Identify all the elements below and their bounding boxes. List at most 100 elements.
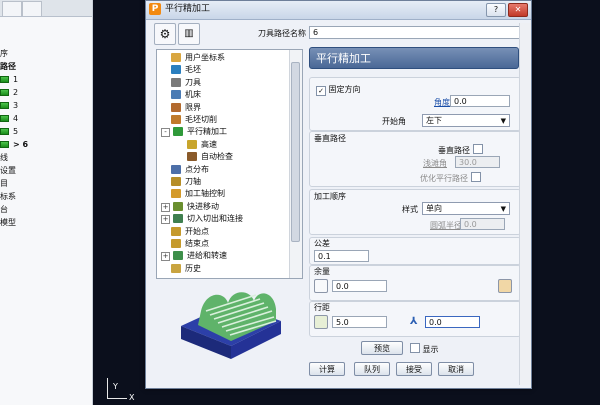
explorer-item[interactable]: 路径 (0, 61, 92, 73)
tree-item[interactable]: 点分布 (161, 164, 209, 176)
angle-link[interactable]: 角度 (434, 97, 450, 108)
axis-y-line (107, 378, 108, 398)
explorer-item-label: 标系 (0, 192, 16, 201)
tree-item[interactable]: 毛坯 (161, 64, 201, 76)
tolerance-input[interactable] (314, 250, 369, 262)
help-button[interactable]: ? (486, 3, 506, 17)
toolpath-icon (0, 128, 9, 135)
optimize-label: 优化平行路径 (420, 174, 468, 183)
preview-button[interactable]: 预览 (361, 341, 403, 355)
queue-button[interactable]: 队列 (354, 362, 390, 376)
tree-connector-icon (161, 165, 168, 172)
explorer-item[interactable]: > 6 (0, 139, 92, 151)
show-checkbox[interactable] (410, 343, 420, 353)
stepover-icon[interactable] (314, 315, 328, 329)
tree-scrollbar[interactable] (289, 50, 302, 278)
dialog-scrollbar[interactable] (519, 23, 531, 385)
angle-input[interactable] (450, 95, 510, 107)
tree-item[interactable]: 机床 (161, 89, 201, 101)
arc-radius-input[interactable] (460, 218, 505, 230)
explorer-item-label: 设置 (0, 166, 16, 175)
explorer-item[interactable]: 4 (0, 113, 92, 125)
expand-icon[interactable]: + (161, 202, 170, 212)
explorer-item[interactable]: 标系 (0, 191, 92, 203)
tree-item-label: 限界 (185, 102, 201, 112)
show-label: 显示 (422, 345, 439, 354)
toolpath-name-input[interactable] (309, 26, 522, 39)
start-angle-value: 左下 (426, 116, 442, 125)
tree-scrollbar-thumb[interactable] (291, 62, 300, 242)
arc-radius-link[interactable]: 圆弧半径 (430, 220, 462, 231)
stepover-label: 行距 (314, 303, 330, 312)
explorer-item[interactable]: 设置 (0, 165, 92, 177)
accept-button[interactable]: 接受 (396, 362, 432, 376)
tree-item[interactable]: 历史 (161, 263, 201, 275)
explorer-tab[interactable] (2, 1, 22, 16)
explorer-item[interactable]: 2 (0, 87, 92, 99)
finishing-dialog: P 平行精加工 ? ✕ ⚙ ▥ 刀具路径名称 用户坐标系毛坯刀具机床限界毛坯切削… (145, 0, 532, 389)
tree-item-icon (171, 65, 181, 75)
explorer-item[interactable]: 3 (0, 100, 92, 112)
explorer-item[interactable]: 1 (0, 74, 92, 86)
tree-item-icon (173, 201, 183, 211)
fixed-direction-checkbox[interactable]: ✓ (316, 86, 326, 96)
tree-connector-icon (161, 65, 168, 72)
stepover-input[interactable] (332, 316, 387, 328)
tree-item[interactable]: 加工轴控制 (161, 188, 225, 200)
perpendicular-checkbox[interactable] (472, 144, 483, 154)
calculate-button[interactable]: 计算 (309, 362, 345, 376)
dialog-titlebar[interactable]: P 平行精加工 ? ✕ (146, 1, 531, 20)
explorer-item[interactable]: 模型 (0, 217, 92, 229)
cancel-button[interactable]: 取消 (438, 362, 474, 376)
tree-item[interactable]: 开始点 (161, 226, 209, 238)
toolpath-strategy-icon[interactable]: ▥ (178, 23, 200, 45)
shallow-angle-link[interactable]: 浅滩角 (423, 158, 447, 169)
tree-item-icon (171, 102, 181, 112)
explorer-item[interactable]: 序 (0, 48, 92, 60)
tree-item[interactable]: 刀具 (161, 77, 201, 89)
tree-item[interactable]: 限界 (161, 102, 201, 114)
tree-item-label: 毛坯 (185, 65, 201, 75)
settings-gear-icon[interactable]: ⚙ (154, 23, 176, 45)
stepdown-input[interactable] (425, 316, 480, 328)
tree-connector-icon (161, 53, 168, 60)
explorer-item[interactable]: 目 (0, 178, 92, 190)
tree-item[interactable]: 毛坯切削 (161, 114, 217, 126)
tree-item[interactable]: + 切入切出和连接 (161, 213, 243, 225)
explorer-item[interactable]: 线 (0, 152, 92, 164)
tree-item[interactable]: 刀轴 (161, 176, 201, 188)
explorer-item-label: 4 (13, 114, 19, 123)
collapse-icon[interactable]: - (161, 128, 170, 138)
tree-item-label: 加工轴控制 (185, 189, 225, 199)
expand-icon[interactable]: + (161, 252, 170, 262)
optimize-option[interactable]: 优化平行路径 (420, 172, 481, 184)
optimize-checkbox[interactable] (470, 172, 481, 182)
perpendicular-option[interactable]: 垂直路径 (438, 144, 483, 156)
expand-icon[interactable]: + (161, 215, 170, 225)
chevron-down-icon: ▼ (500, 205, 506, 213)
tree-item[interactable]: + 快进移动 (161, 201, 219, 213)
tolerance-group: 公差 (309, 237, 521, 265)
show-option[interactable]: 显示 (410, 343, 439, 355)
fixed-direction-option[interactable]: ✓ 固定方向 (316, 84, 361, 96)
start-angle-select[interactable]: 左下 ▼ (422, 114, 510, 127)
explorer-item-label: > 6 (13, 140, 29, 149)
allowance-icon[interactable] (314, 279, 328, 293)
explorer-item[interactable]: 5 (0, 126, 92, 138)
explorer-item[interactable]: 台 (0, 204, 92, 216)
style-select[interactable]: 单向 ▼ (422, 202, 510, 215)
explorer-tab[interactable] (22, 1, 42, 16)
tree-connector-icon (161, 115, 168, 122)
tree-item[interactable]: - 平行精加工 (161, 126, 227, 138)
tree-item[interactable]: 结束点 (161, 238, 209, 250)
tree-item[interactable]: 用户坐标系 (161, 52, 225, 64)
allowance-input[interactable] (332, 280, 387, 292)
tree-item[interactable]: + 进给和转速 (161, 250, 227, 262)
tree-item[interactable]: 自动检查 (177, 151, 233, 163)
order-group-title: 加工顺序 (314, 192, 346, 201)
tree-connector-icon (177, 152, 184, 159)
close-button[interactable]: ✕ (508, 3, 528, 17)
shallow-angle-input[interactable] (455, 156, 500, 168)
component-allowance-icon[interactable] (498, 279, 512, 293)
tree-item[interactable]: 高速 (177, 139, 217, 151)
